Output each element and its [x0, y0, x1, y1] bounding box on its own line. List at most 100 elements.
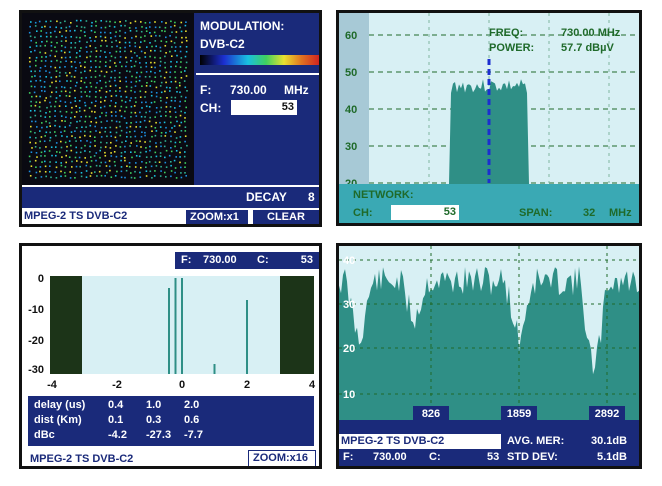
- constellation-point: [135, 30, 138, 32]
- constellation-point: [124, 151, 126, 153]
- echo-table-value: 0.4: [108, 399, 124, 411]
- constellation-point: [56, 59, 58, 62]
- constellation-point: [45, 35, 48, 38]
- mer-y-tick: 30: [343, 299, 355, 311]
- constellation-point: [130, 122, 132, 124]
- echo-table-value: 2.0: [184, 399, 200, 411]
- constellation-point: [86, 51, 88, 53]
- constellation-point: [76, 160, 78, 162]
- constellation-point: [119, 146, 122, 148]
- constellation-point: [141, 131, 143, 133]
- constellation-point: [125, 131, 128, 134]
- constellation-point: [140, 21, 142, 23]
- constellation-point: [119, 87, 121, 89]
- constellation-point: [55, 91, 58, 93]
- constellation-point: [135, 60, 137, 63]
- constellation-point: [159, 175, 162, 177]
- constellation-point: [115, 39, 117, 42]
- ch-input[interactable]: 53: [231, 100, 297, 115]
- constellation-point: [159, 57, 162, 59]
- constellation-point: [136, 55, 138, 57]
- constellation-point: [49, 85, 51, 88]
- constellation-point: [125, 169, 128, 172]
- constellation-point: [120, 176, 123, 179]
- constellation-point: [50, 60, 53, 63]
- constellation-point: [145, 166, 147, 168]
- constellation-point: [49, 131, 51, 134]
- constellation-point: [179, 151, 181, 154]
- constellation-point: [34, 132, 36, 134]
- constellation-point: [133, 65, 136, 67]
- constellation-point: [150, 94, 153, 97]
- constellation-point: [180, 172, 182, 174]
- constellation-point: [99, 149, 101, 152]
- constellation-point: [145, 162, 148, 164]
- constellation-point: [100, 101, 102, 103]
- constellation-point: [100, 161, 102, 164]
- constellation-point: [135, 76, 138, 79]
- constellation-point: [44, 155, 46, 157]
- constellation-point: [109, 169, 111, 172]
- constellation-point: [35, 152, 38, 154]
- constellation-point: [96, 82, 98, 84]
- constellation-point: [114, 136, 117, 139]
- mer-y-tick: 20: [343, 343, 355, 355]
- constellation-point: [116, 170, 118, 173]
- constellation-point: [75, 56, 78, 59]
- constellation-point: [185, 50, 188, 53]
- constellation-point: [49, 20, 52, 22]
- constellation-point: [71, 135, 73, 137]
- constellation-point: [140, 30, 143, 33]
- constellation-point: [134, 45, 137, 48]
- constellation-point: [44, 65, 47, 67]
- constellation-point: [108, 160, 111, 162]
- ch-input[interactable]: 53: [391, 205, 459, 220]
- constellation-point: [123, 157, 126, 159]
- constellation-point: [140, 36, 142, 39]
- constellation-point: [89, 69, 91, 72]
- constellation-point: [141, 101, 143, 104]
- zoom-button[interactable]: ZOOM:x16: [248, 450, 316, 466]
- constellation-point: [115, 115, 117, 117]
- constellation-point: [94, 136, 96, 138]
- constellation-point: [124, 24, 126, 27]
- constellation-point: [145, 105, 148, 108]
- constellation-point: [114, 164, 116, 167]
- clear-button[interactable]: CLEAR: [252, 209, 319, 224]
- constellation-point: [29, 175, 32, 177]
- constellation-point: [126, 165, 128, 167]
- constellation-point: [55, 76, 58, 78]
- constellation-point: [30, 39, 32, 42]
- constellation-point: [79, 110, 81, 112]
- constellation-point: [68, 51, 71, 53]
- constellation-point: [146, 46, 148, 48]
- constellation-point: [170, 164, 172, 167]
- constellation-point: [109, 52, 111, 54]
- constellation-point: [145, 27, 148, 29]
- constellation-point: [183, 80, 186, 82]
- zoom-label: ZOOM:x1: [190, 211, 239, 223]
- constellation-point: [145, 175, 148, 177]
- constellation-point: [111, 41, 113, 43]
- constellation-point: [165, 115, 167, 117]
- constellation-point: [185, 30, 187, 32]
- constellation-point: [186, 90, 188, 92]
- echo-table-row: dBc -4.2 -27.3 -7.7: [28, 429, 314, 444]
- constellation-point: [75, 111, 78, 113]
- constellation-point: [40, 176, 43, 178]
- constellation-point: [95, 130, 97, 132]
- constellation-point: [80, 29, 82, 32]
- constellation-point: [49, 125, 51, 127]
- constellation-point: [164, 66, 166, 69]
- zoom-button[interactable]: ZOOM:x1: [185, 209, 249, 224]
- constellation-point: [29, 136, 31, 139]
- echo-guard-right: [280, 276, 314, 374]
- constellation-point: [69, 87, 72, 89]
- constellation-point: [86, 140, 88, 142]
- constellation-point: [76, 120, 78, 123]
- constellation-point: [155, 92, 158, 94]
- constellation-point: [95, 36, 97, 38]
- constellation-point: [74, 42, 77, 44]
- constellation-point: [148, 161, 151, 163]
- avg-mer-label: AVG. MER:: [507, 435, 565, 447]
